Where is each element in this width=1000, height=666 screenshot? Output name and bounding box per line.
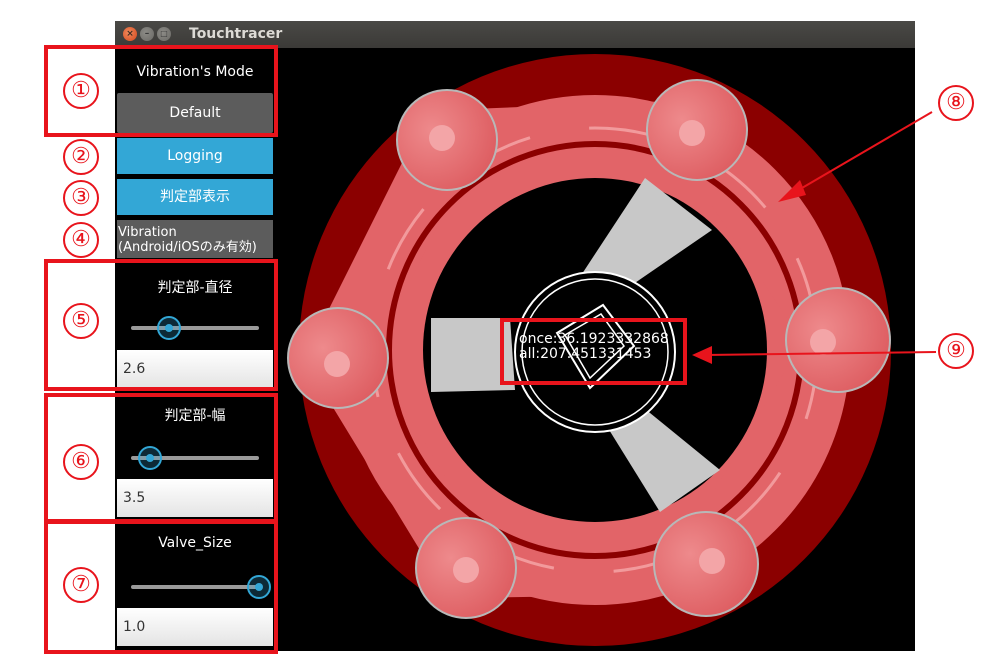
annotation-number-2: ② <box>63 139 99 175</box>
knob-bottom-right-center <box>699 548 725 574</box>
annotation-number-5: ⑤ <box>63 303 99 339</box>
annotation-number-6: ⑥ <box>63 444 99 480</box>
knob-top-left-center <box>429 125 455 151</box>
annotation-number-1: ① <box>63 73 99 109</box>
annotation-number-3: ③ <box>63 180 99 216</box>
annotation-number-9: ⑨ <box>938 333 974 369</box>
annotation-number-7: ⑦ <box>63 567 99 603</box>
knob-top-right-center <box>679 120 705 146</box>
knob-bottom-left-center <box>453 557 479 583</box>
knob-right-center <box>810 329 836 355</box>
annotation-number-4: ④ <box>63 222 99 258</box>
knob-right <box>785 287 891 393</box>
knob-left-center <box>324 351 350 377</box>
annotation-box-9 <box>500 318 687 385</box>
annotation-number-8: ⑧ <box>938 85 974 121</box>
